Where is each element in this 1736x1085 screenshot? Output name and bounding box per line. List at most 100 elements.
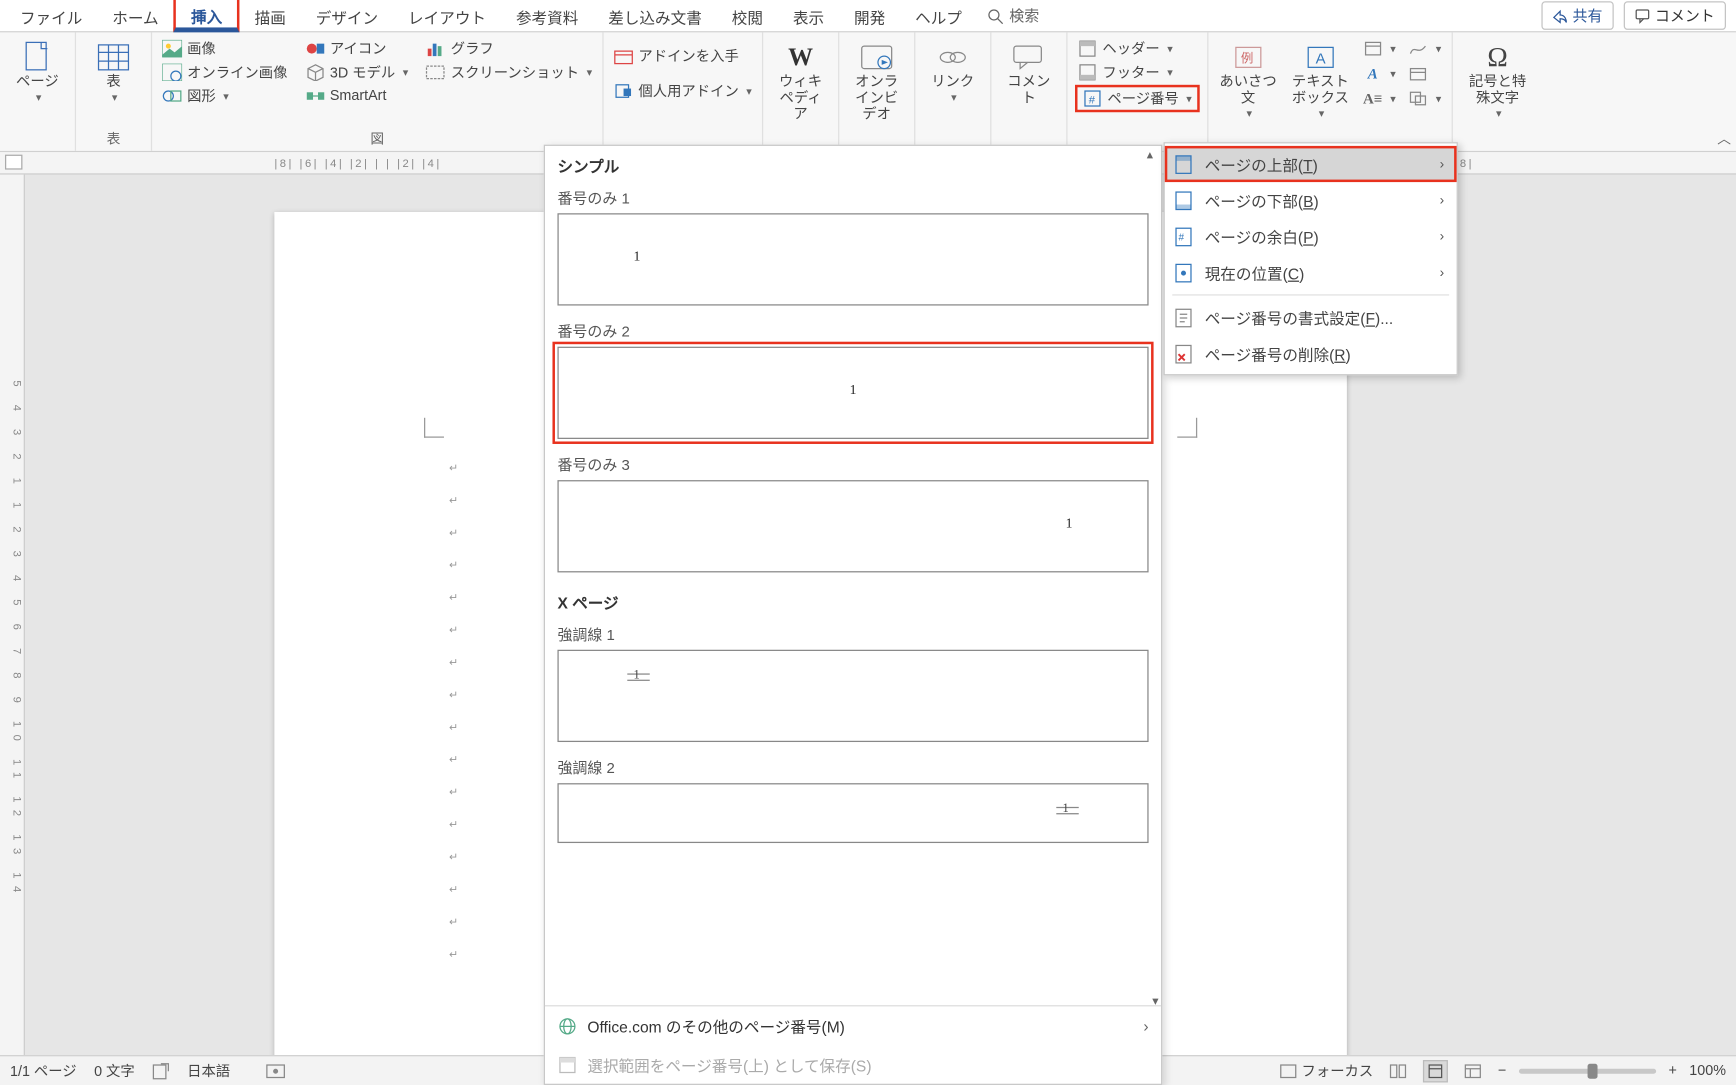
submenu-remove-page-numbers[interactable]: ページ番号の削除(R) [1165,335,1457,371]
gallery-item-5-label: 強調線 2 [545,752,1161,781]
cube-icon [305,62,325,82]
gallery-more-office[interactable]: Office.com のその他のページ番号(M) › [545,1006,1161,1045]
vertical-ruler[interactable]: 5 4 3 2 1 1 2 3 4 5 6 7 8 9 10 11 12 13 … [0,175,25,1055]
status-word-count[interactable]: 0 文字 [94,1061,135,1081]
textbox-label: テキストボックス [1290,75,1350,108]
tab-draw[interactable]: 描画 [240,1,301,31]
chart-button[interactable]: グラフ [423,37,594,59]
focus-icon [1279,1063,1296,1078]
link-button[interactable]: リンク [923,37,983,106]
group-illustrations-label: 図 [160,131,595,148]
zoom-level[interactable]: 100% [1689,1063,1726,1078]
submenu-current-position[interactable]: 現在の位置(C)› [1165,254,1457,290]
online-picture-icon [162,62,182,82]
table-button[interactable]: 表 [84,37,144,106]
gallery-item-1[interactable]: 1 [557,213,1148,305]
view-print-layout[interactable] [1423,1059,1448,1081]
wikipedia-button[interactable]: Wウィキペディア [771,37,831,126]
tab-design[interactable]: デザイン [301,1,393,31]
comments-button[interactable]: コメント [1624,1,1726,30]
gallery-item-5[interactable]: 1 [557,783,1148,843]
object-icon [1408,89,1428,109]
tab-review[interactable]: 校閲 [717,1,778,31]
view-web-layout[interactable] [1461,1059,1486,1081]
comment-bubble-icon [1011,40,1046,75]
status-proof-icon[interactable] [152,1062,169,1079]
submenu-page-bottom[interactable]: ページの下部(B)› [1165,182,1457,218]
greeting-button[interactable]: 例あいさつ文 [1216,37,1281,123]
chart-label: グラフ [451,39,494,59]
paragraph-mark [449,786,458,800]
svg-text:A: A [1315,51,1325,68]
ribbon-collapse-button[interactable]: ︿ [1717,128,1731,148]
icons-button[interactable]: アイコン [302,37,410,59]
insert-comment-button[interactable]: コメント [999,37,1059,110]
search-box[interactable]: 検索 [987,5,1039,26]
my-addins-button[interactable]: 個人用アドイン [611,80,754,102]
tab-mailings[interactable]: 差し込み文書 [593,1,716,31]
group-media2: オンラインビデオ [839,32,915,150]
group-illustrations: 画像 オンライン画像 図形 アイコン 3D モデル SmartArt グラフ ス… [152,32,603,150]
tab-home[interactable]: ホーム [97,1,173,31]
zoom-in-button[interactable]: + [1668,1063,1676,1078]
page-number-button[interactable]: #ページ番号 [1080,87,1194,109]
quick-parts-button[interactable] [1360,37,1398,59]
pictures-button[interactable]: 画像 [160,37,290,59]
group-pages: ページ [0,32,76,150]
3d-models-button[interactable]: 3D モデル [302,61,410,83]
screenshot-button[interactable]: スクリーンショット [423,61,594,83]
symbols-button[interactable]: Ω記号と特殊文字 [1460,37,1535,123]
footer-button[interactable]: フッター [1075,61,1199,83]
smartart-button[interactable]: SmartArt [302,85,410,107]
view-read-mode[interactable] [1386,1059,1411,1081]
status-language[interactable]: 日本語 [187,1061,230,1081]
greeting-label: あいさつ文 [1218,75,1278,108]
online-pictures-button[interactable]: オンライン画像 [160,61,290,83]
object-button[interactable] [1406,87,1444,109]
tab-developer[interactable]: 開発 [839,1,900,31]
tab-insert[interactable]: 挿入 [174,0,240,32]
shapes-button[interactable]: 図形 [160,85,290,107]
ruler-corner [5,155,22,170]
online-video-label: オンラインビデオ [849,75,904,124]
paragraph-mark [449,688,458,702]
tab-help[interactable]: ヘルプ [900,1,977,31]
tab-view[interactable]: 表示 [778,1,839,31]
paragraph-mark [449,559,458,573]
pictures-label: 画像 [187,39,216,59]
omega-icon: Ω [1480,40,1515,75]
paragraph-mark [449,591,458,605]
wordart-button[interactable]: A [1360,62,1398,84]
gallery-item-2-label: 番号のみ 2 [545,316,1161,345]
gallery-item-2[interactable]: 1 [557,347,1148,439]
paragraph-mark [449,818,458,832]
share-button[interactable]: 共有 [1541,1,1613,30]
textbox-button[interactable]: A テキストボックス [1288,37,1353,123]
gallery-scroll-up[interactable]: ▴ [1141,148,1158,165]
tab-layout[interactable]: レイアウト [393,1,501,31]
submenu-page-top[interactable]: ページの上部(T)› [1165,146,1457,182]
tab-references[interactable]: 参考資料 [501,1,593,31]
pages-button[interactable]: ページ [7,37,67,106]
svg-text:#: # [1089,95,1096,107]
gallery-item-4[interactable]: 1 [557,650,1148,742]
zoom-slider[interactable] [1519,1068,1656,1073]
online-video-button[interactable]: オンラインビデオ [847,37,907,126]
date-icon [1408,64,1428,84]
signature-button[interactable] [1406,37,1444,59]
wikipedia-icon: W [783,40,818,75]
zoom-out-button[interactable]: − [1498,1063,1506,1078]
submenu-page-margins[interactable]: # ページの余白(P)› [1165,218,1457,254]
submenu-format-page-numbers[interactable]: ページ番号の書式設定(F)... [1165,299,1457,335]
get-addins-button[interactable]: アドインを入手 [611,45,754,67]
page-number-submenu: ページの上部(T)› ページの下部(B)› # ページの余白(P)› 現在の位置… [1164,142,1458,375]
focus-mode-button[interactable]: フォーカス [1279,1061,1373,1081]
header-button[interactable]: ヘッダー [1075,37,1199,59]
status-page[interactable]: 1/1 ページ [10,1061,77,1081]
dropcap-button[interactable]: A≡ [1360,87,1398,109]
datetime-button[interactable] [1406,62,1444,84]
status-macro-icon[interactable] [265,1063,285,1078]
gallery-item-3[interactable]: 1 [557,480,1148,572]
tab-file[interactable]: ファイル [5,1,97,31]
gallery-scroll-down[interactable]: ▾ [1152,995,1158,1009]
